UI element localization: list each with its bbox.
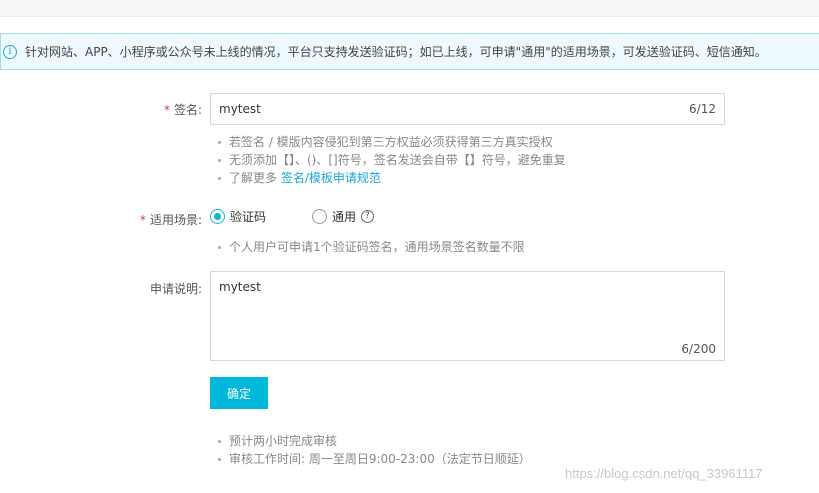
radio-unselected-icon xyxy=(312,209,327,224)
radio-label: 通用 xyxy=(332,210,357,224)
watermark: https://blog.csdn.net/qq_33961117 xyxy=(565,466,763,481)
description-label: 申请说明: xyxy=(0,280,202,297)
notice-banner: i 针对网站、APP、小程序或公众号未上线的情况，平台只支持发送验证码；如已上线… xyxy=(0,33,819,70)
question-icon[interactable]: ? xyxy=(361,210,375,223)
confirm-button[interactable]: 确定 xyxy=(210,377,268,409)
description-textarea[interactable]: mytest 6/200 xyxy=(210,271,725,361)
tip-item: 了解更多 签名/模板申请规范 xyxy=(218,169,566,187)
tip-item: 审核工作时间: 周一至周日9:00-23:00（法定节日顺延） xyxy=(218,450,531,468)
tip-item: 个人用户可申请1个验证码签名，通用场景签名数量不限 xyxy=(218,238,525,256)
signature-tips: 若签名 / 模版内容侵犯到第三方权益必须获得第三方真实授权 无须添加【】、()、… xyxy=(218,133,566,187)
signature-label-text: 签名: xyxy=(173,103,202,117)
required-mark: * xyxy=(163,103,170,117)
description-value: mytest xyxy=(219,280,261,294)
scene-tips: 个人用户可申请1个验证码签名，通用场景签名数量不限 xyxy=(218,238,525,256)
description-counter: 6/200 xyxy=(681,342,716,356)
description-label-text: 申请说明: xyxy=(149,282,202,296)
more-prefix: 了解更多 xyxy=(229,171,281,185)
tip-item: 预计两小时完成审核 xyxy=(218,432,531,450)
scene-label: * 适用场景: xyxy=(0,211,202,228)
signature-counter: 6/12 xyxy=(689,102,716,116)
radio-verification-code[interactable]: 验证码 xyxy=(210,208,266,225)
signature-input-value: mytest xyxy=(219,102,261,116)
info-icon: i xyxy=(3,44,17,59)
tip-item: 若签名 / 模版内容侵犯到第三方权益必须获得第三方真实授权 xyxy=(218,133,566,151)
tip-item: 无须添加【】、()、[]符号，签名发送会自带【】符号，避免重复 xyxy=(218,151,566,169)
signature-rules-link[interactable]: 签名/模板申请规范 xyxy=(281,171,381,185)
top-bar xyxy=(0,0,819,17)
radio-label: 验证码 xyxy=(230,210,267,224)
signature-input[interactable]: mytest 6/12 xyxy=(210,93,725,125)
notice-text: 针对网站、APP、小程序或公众号未上线的情况，平台只支持发送验证码；如已上线，可… xyxy=(25,45,767,59)
signature-label: * 签名: xyxy=(0,101,202,118)
scene-label-text: 适用场景: xyxy=(149,213,202,227)
radio-general[interactable]: 通用 ? xyxy=(312,208,375,225)
required-mark: * xyxy=(139,213,146,227)
radio-selected-icon xyxy=(210,209,225,224)
review-tips: 预计两小时完成审核 审核工作时间: 周一至周日9:00-23:00（法定节日顺延… xyxy=(218,432,531,468)
